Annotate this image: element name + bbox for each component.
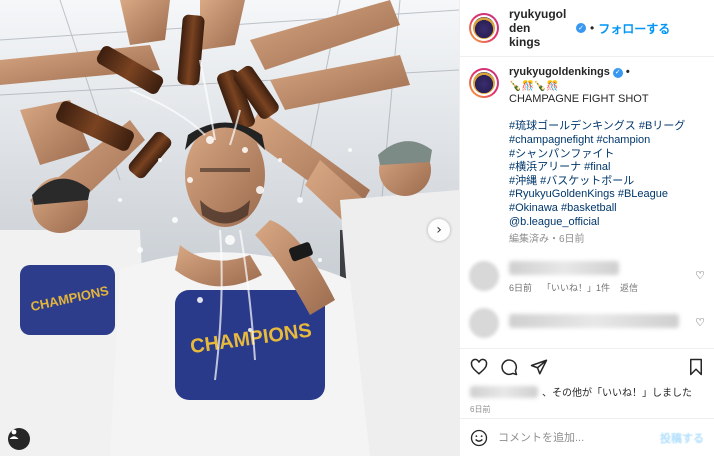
commenter-avatar[interactable] [469, 307, 499, 338]
comment-item: 6日前 「いいね！」1件 返信 ♡ [469, 260, 705, 294]
post-comment-button[interactable]: 投稿する [660, 430, 704, 446]
verified-badge-icon: ✓ [612, 67, 623, 78]
caption-separator: • [625, 66, 630, 78]
comment-like-heart-icon[interactable]: ♡ [695, 269, 705, 282]
follow-button[interactable]: フォローする [598, 20, 670, 37]
comment-item: ♡ [469, 307, 705, 338]
hashtag-line[interactable]: #沖縄 #バスケットボール [509, 175, 705, 189]
comment-reply-button[interactable]: 返信 [620, 281, 638, 294]
post-side-panel: ryukyugolden kings ✓ • フォローする ryukyugold… [459, 0, 714, 456]
post-header: ryukyugolden kings ✓ • フォローする [460, 0, 714, 57]
next-image-button[interactable]: › [428, 219, 450, 241]
hashtag-line[interactable]: #RyukyuGoldenKings #BLeague [509, 188, 705, 202]
comment-text-blurred [509, 313, 679, 328]
caption-meta: 編集済み・6日前 [509, 234, 585, 246]
liked-by-text: 、その他が「いいね！」しました [542, 388, 692, 399]
comment-body [509, 308, 695, 328]
header-username-line2: kings [509, 35, 541, 49]
caption-username[interactable]: ryukyugoldenkings [509, 66, 610, 80]
action-icons [470, 354, 704, 380]
comment-time: 6日前 [509, 282, 533, 293]
bookmark-icon[interactable] [688, 358, 704, 376]
caption-avatar[interactable] [469, 68, 499, 98]
header-username-line1: ryukyugolden [509, 7, 567, 35]
comment-meta: 6日前 「いいね！」1件 返信 [509, 281, 695, 294]
caption-body: ryukyugoldenkings ✓ • 🍾🎊🍾🎊 CHAMPAGNE FIG… [509, 66, 705, 247]
person-tag-icon [9, 429, 19, 439]
hashtag-line[interactable]: #Okinawa #basketball [509, 202, 705, 216]
post-date: 6日前 [470, 405, 491, 414]
comment-likes[interactable]: 「いいね！」1件 [542, 281, 610, 294]
hashtag-line[interactable]: #champagnefight #champion [509, 134, 705, 148]
caption-title: CHAMPAGNE FIGHT SHOT [509, 93, 649, 106]
header-separator: • [590, 21, 595, 35]
post-media[interactable]: CHAMPIONS CHAMPIONS › [0, 0, 459, 456]
mention-link[interactable]: @b.league_official [509, 216, 705, 230]
commenter-avatar[interactable] [469, 260, 499, 291]
account-avatar[interactable] [469, 13, 499, 43]
hashtag-line[interactable]: #シャンパンファイト [509, 148, 705, 162]
likes-summary[interactable]: 、その他が「いいね！」しました [470, 384, 704, 399]
paper-plane-icon[interactable] [530, 358, 548, 376]
verified-badge-icon: ✓ [576, 23, 586, 33]
comment-input[interactable] [498, 431, 660, 444]
comment-body: 6日前 「いいね！」1件 返信 [509, 260, 695, 294]
caption-username-row: ryukyugoldenkings ✓ • [509, 66, 705, 80]
hashtag-line[interactable]: #横浜アリーナ #final [509, 161, 705, 175]
hashtag-line[interactable]: #琉球ゴールデンキングス #Bリーグ [509, 120, 705, 134]
caption-emojis: 🍾🎊🍾🎊 [509, 80, 559, 92]
comment-composer: 投稿する [460, 418, 714, 456]
heart-icon[interactable] [470, 358, 488, 376]
caption-row: ryukyugoldenkings ✓ • 🍾🎊🍾🎊 CHAMPAGNE FIG… [469, 66, 705, 247]
liker-name-blurred [470, 385, 538, 398]
header-username[interactable]: ryukyugolden kings [509, 7, 573, 49]
celebration-photo: CHAMPIONS CHAMPIONS [0, 0, 459, 456]
comment-icon[interactable] [500, 358, 518, 376]
comment-text-blurred [509, 260, 619, 275]
chevron-right-icon: › [436, 222, 442, 238]
caption-section: ryukyugoldenkings ✓ • 🍾🎊🍾🎊 CHAMPAGNE FIG… [460, 58, 714, 347]
tagged-people-button[interactable] [8, 428, 30, 450]
smiley-icon[interactable] [470, 429, 488, 447]
comment-like-heart-icon[interactable]: ♡ [695, 316, 705, 329]
post-actions: 、その他が「いいね！」しました 6日前 [460, 348, 714, 415]
